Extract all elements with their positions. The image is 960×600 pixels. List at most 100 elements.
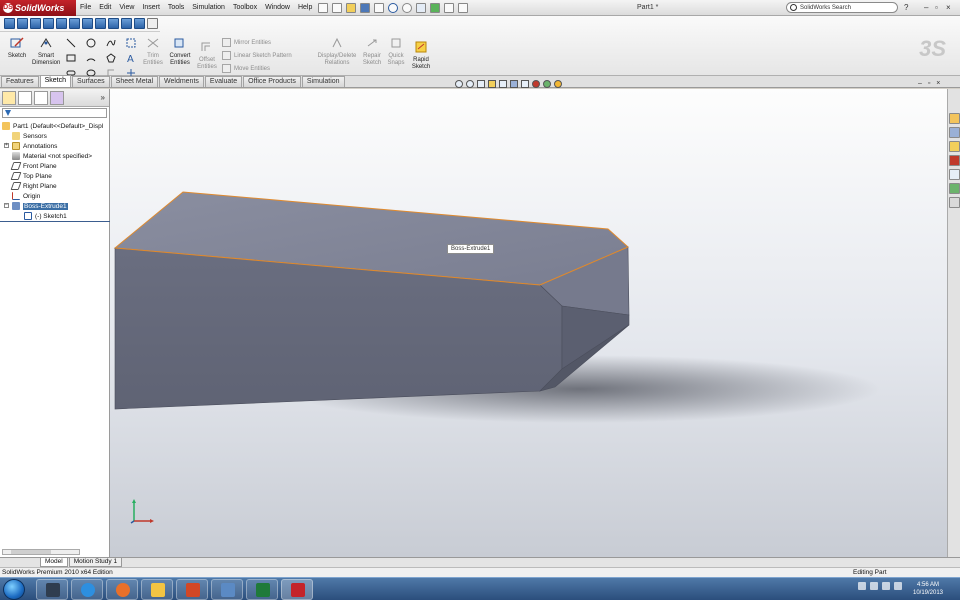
undo-icon[interactable] <box>388 2 399 13</box>
tree-item-front-plane[interactable]: Front Plane <box>10 161 57 171</box>
boss-extrude-expander[interactable]: − <box>4 203 9 208</box>
menu-edit[interactable]: Edit <box>95 4 115 11</box>
tab-surfaces[interactable]: Surfaces <box>72 76 110 87</box>
tab-simulation[interactable]: Simulation <box>301 76 345 87</box>
view-palette-icon[interactable] <box>949 169 960 180</box>
solidworks-resources-icon[interactable] <box>949 113 960 124</box>
taskbar-app-solidworks[interactable] <box>281 579 313 600</box>
annotations-expander[interactable]: + <box>4 143 9 148</box>
taskbar-app-firefox[interactable] <box>106 579 138 600</box>
toolbar-icon-2[interactable] <box>17 18 28 29</box>
trim-entities-button[interactable]: Trim Entities <box>140 37 166 67</box>
search-input[interactable]: SolidWorks Search <box>786 2 898 13</box>
open-folder-icon[interactable] <box>346 2 357 13</box>
close-window-button[interactable]: × <box>946 3 951 12</box>
panel-expand-icon[interactable]: » <box>101 93 105 102</box>
part-model-view[interactable] <box>110 89 947 557</box>
file-explorer-icon[interactable] <box>949 141 960 152</box>
smart-dimension-button[interactable]: Smart Dimension <box>32 37 60 67</box>
menu-window[interactable]: Window <box>261 4 294 11</box>
tree-item-top-plane[interactable]: Top Plane <box>10 171 52 181</box>
print-icon[interactable] <box>374 2 385 13</box>
configuration-manager-tab-icon[interactable] <box>34 90 48 105</box>
tree-item-sketch1[interactable]: (-) Sketch1 <box>24 211 67 221</box>
tab-model[interactable]: Model <box>40 558 68 567</box>
property-manager-tab-icon[interactable] <box>18 90 32 105</box>
linear-sketch-pattern-button[interactable]: Linear Sketch Pattern <box>222 51 292 60</box>
viewport-minimize-button[interactable]: – <box>918 80 922 87</box>
arc-icon[interactable] <box>86 53 96 63</box>
help-button[interactable]: ? <box>904 3 908 12</box>
toolbar-icon-9[interactable] <box>108 18 119 29</box>
menu-simulation[interactable]: Simulation <box>188 4 229 11</box>
restore-window-button[interactable]: ▫ <box>935 3 938 12</box>
toolbar-icon-4[interactable] <box>43 18 54 29</box>
hide-show-items-icon[interactable] <box>521 80 529 88</box>
taskbar-app-ie[interactable] <box>71 579 103 600</box>
taskbar-app-excel[interactable] <box>246 579 278 600</box>
menu-toolbox[interactable]: Toolbox <box>229 4 261 11</box>
search-results-icon[interactable] <box>949 155 960 166</box>
appearances-scenes-icon[interactable] <box>949 183 960 194</box>
save-icon[interactable] <box>360 2 371 13</box>
tree-rollback-divider[interactable] <box>0 221 110 222</box>
viewport-restore-button[interactable]: ▫ <box>928 80 930 87</box>
menu-view[interactable]: View <box>115 4 138 11</box>
feature-manager-tab-icon[interactable] <box>2 90 16 105</box>
toolbar-icon-8[interactable] <box>95 18 106 29</box>
tab-office-products[interactable]: Office Products <box>243 76 301 87</box>
line-icon[interactable] <box>66 38 76 48</box>
move-component-icon[interactable] <box>4 18 15 29</box>
mirror-entities-button[interactable]: Mirror Entities <box>222 38 271 47</box>
rebuild-icon[interactable] <box>430 2 441 13</box>
menu-file[interactable]: File <box>76 4 95 11</box>
circle-icon[interactable] <box>86 38 96 48</box>
new-document-icon[interactable] <box>332 2 343 13</box>
tree-root-part[interactable]: Part1 (Default<<Default>_Displ <box>2 121 103 131</box>
graphics-area[interactable]: Boss-Extrude1 <box>110 89 947 557</box>
tree-item-boss-extrude[interactable]: Boss-Extrude1 <box>12 201 68 211</box>
menu-help[interactable]: Help <box>294 4 316 11</box>
spline-icon[interactable] <box>106 38 116 48</box>
polygon-icon[interactable] <box>106 53 116 63</box>
tab-features[interactable]: Features <box>1 76 39 87</box>
tab-evaluate[interactable]: Evaluate <box>204 76 243 87</box>
tab-sketch[interactable]: Sketch <box>39 75 72 87</box>
scrollbar-thumb[interactable] <box>11 550 51 554</box>
sketch-fillet-icon[interactable] <box>126 38 136 48</box>
tab-weldments[interactable]: Weldments <box>159 76 204 87</box>
tree-item-annotations[interactable]: Annotations <box>12 141 57 151</box>
solidworks-logo[interactable]: DS SolidWorks <box>0 0 76 16</box>
menu-tools[interactable]: Tools <box>164 4 188 11</box>
repair-sketch-button[interactable]: Repair Sketch <box>360 37 384 67</box>
menu-insert[interactable]: Insert <box>138 4 164 11</box>
toolbar-icon-11[interactable] <box>134 18 145 29</box>
custom-properties-icon[interactable] <box>949 197 960 208</box>
panel-horizontal-scrollbar[interactable] <box>2 549 80 555</box>
volume-icon[interactable] <box>894 582 902 590</box>
file-properties-icon[interactable] <box>444 2 455 13</box>
quick-snaps-button[interactable]: Quick Snaps <box>384 37 408 67</box>
apply-scene-icon[interactable] <box>543 80 551 88</box>
redo-icon[interactable] <box>402 2 413 13</box>
design-library-icon[interactable] <box>949 127 960 138</box>
toolbar-icon-5[interactable] <box>56 18 67 29</box>
tree-item-right-plane[interactable]: Right Plane <box>10 181 57 191</box>
tree-item-sensors[interactable]: Sensors <box>12 131 47 141</box>
tree-item-origin[interactable]: Origin <box>12 191 40 201</box>
tab-sheet-metal[interactable]: Sheet Metal <box>110 76 159 87</box>
minimize-window-button[interactable]: – <box>924 3 928 12</box>
select-arrow-icon[interactable] <box>416 2 427 13</box>
taskbar-app-powerpoint[interactable] <box>176 579 208 600</box>
text-tool-icon[interactable]: A <box>126 53 136 63</box>
view-orientation-icon[interactable] <box>499 80 507 88</box>
taskbar-clock[interactable]: 4:56 AM 10/19/2013 <box>908 581 948 597</box>
previous-view-icon[interactable] <box>477 80 485 88</box>
taskbar-app-calculator[interactable] <box>211 579 243 600</box>
zoom-to-fit-icon[interactable] <box>455 80 463 88</box>
line-tool-icon[interactable] <box>147 18 158 29</box>
display-delete-relations-button[interactable]: Display/Delete Relations <box>314 37 360 67</box>
offset-entities-button[interactable]: Offset Entities <box>194 41 220 71</box>
zoom-to-area-icon[interactable] <box>466 80 474 88</box>
taskbar-app-explorer[interactable] <box>36 579 68 600</box>
